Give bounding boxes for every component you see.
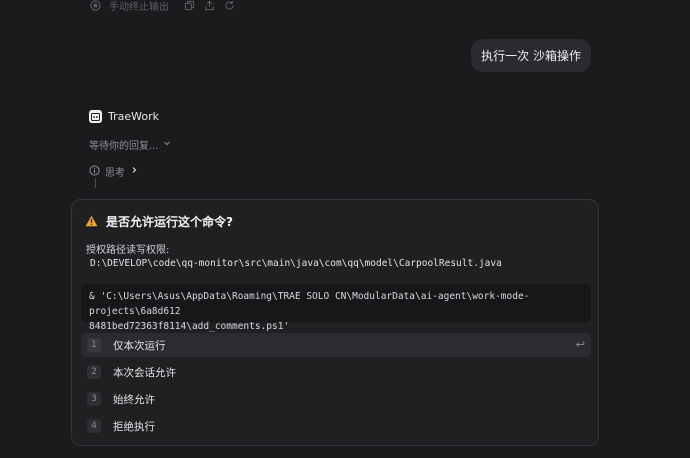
user-message-text: 执行一次 沙箱操作 [481, 49, 581, 63]
refresh-icon[interactable] [223, 0, 235, 12]
thinking-toggle[interactable]: 思考 [89, 164, 171, 179]
trae-logo-icon [89, 110, 102, 123]
option-label: 拒绝执行 [113, 420, 155, 433]
assistant-name: TraeWork [108, 110, 159, 123]
stop-output-label: 手动终止输出 [109, 2, 169, 13]
permission-label: 授权路径读写权限: [86, 245, 170, 256]
option-reject[interactable]: 4 拒绝执行 [81, 414, 591, 438]
option-number: 4 [87, 419, 101, 433]
info-icon [89, 164, 100, 179]
copy-icon[interactable] [183, 0, 195, 12]
option-label: 仅本次运行 [113, 339, 166, 352]
chevron-down-icon [163, 139, 171, 150]
warning-icon [85, 212, 98, 231]
option-number: 1 [87, 338, 101, 352]
option-number: 2 [87, 365, 101, 379]
thread-connector [95, 178, 96, 188]
option-always-allow[interactable]: 3 始终允许 [81, 387, 591, 411]
assistant-header: TraeWork [89, 110, 171, 123]
option-label: 始终允许 [113, 393, 155, 406]
enter-key-icon: ↩ [575, 338, 585, 351]
chevron-right-icon [130, 166, 138, 177]
dialog-header: 是否允许运行这个命令? [85, 212, 233, 231]
stop-circle-icon[interactable] [89, 0, 101, 12]
option-allow-session[interactable]: 2 本次会话允许 [81, 360, 591, 384]
permission-path: D:\DEVELOP\code\qq-monitor\src\main\java… [90, 258, 502, 269]
option-label: 本次会话允许 [113, 366, 176, 379]
permission-dialog: 是否允许运行这个命令? 授权路径读写权限: D:\DEVELOP\code\qq… [71, 199, 599, 446]
message-toolbar: 手动终止输出 [89, 0, 235, 13]
command-line: 8481bed72363f8114\add_comments.ps1' [89, 321, 290, 332]
command-block: & 'C:\Users\Asus\AppData\Roaming\TRAE SO… [81, 284, 591, 332]
share-icon[interactable] [203, 0, 215, 12]
waiting-status[interactable]: 等待你的回复... [89, 137, 171, 152]
command-line: & 'C:\Users\Asus\AppData\Roaming\TRAE SO… [89, 291, 530, 317]
option-number: 3 [87, 392, 101, 406]
assistant-message: TraeWork 等待你的回复... 思考 [89, 110, 171, 179]
thinking-label: 思考 [105, 168, 125, 179]
option-list: 1 仅本次运行 ↩ 2 本次会话允许 3 始终允许 4 拒绝执行 [81, 333, 591, 441]
dialog-title: 是否允许运行这个命令? [106, 215, 233, 229]
option-run-once[interactable]: 1 仅本次运行 ↩ [81, 333, 591, 357]
user-message-bubble: 执行一次 沙箱操作 [471, 39, 591, 72]
waiting-status-text: 等待你的回复... [89, 141, 159, 152]
